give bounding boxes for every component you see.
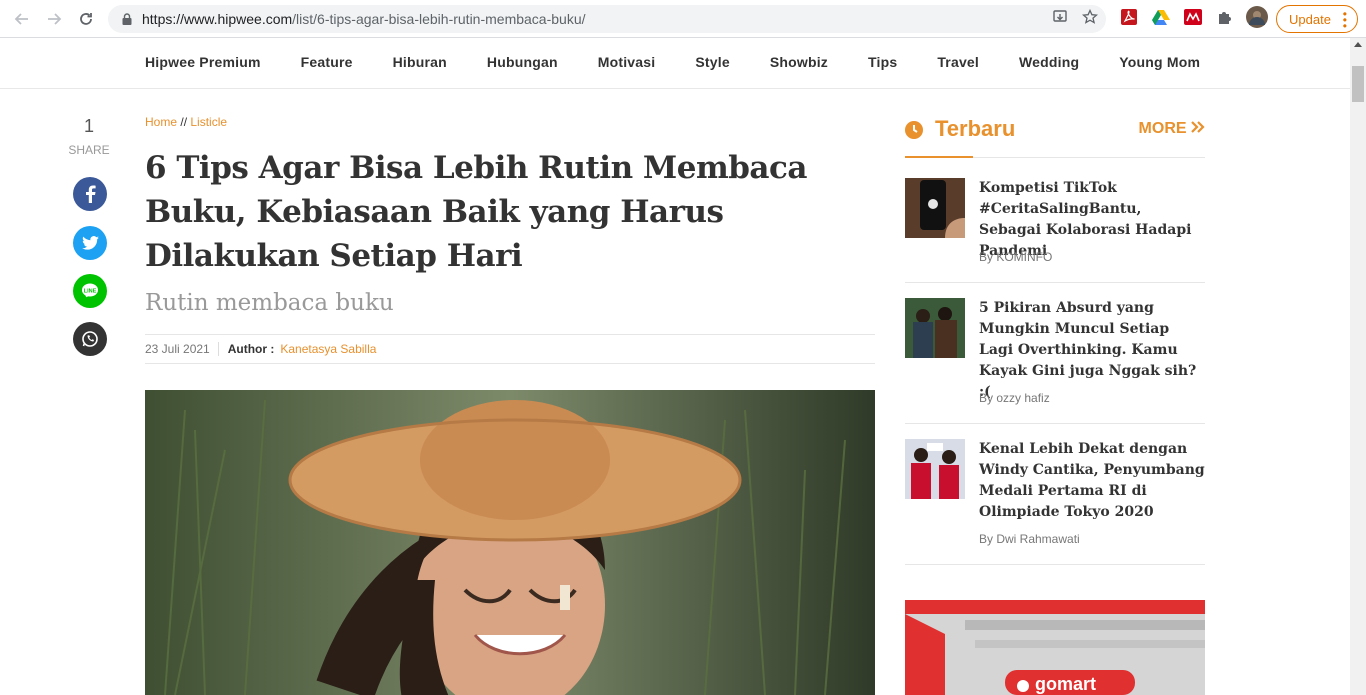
publish-date: 23 Juli 2021 xyxy=(145,342,219,356)
nav-item-showbiz[interactable]: Showbiz xyxy=(770,54,828,70)
whatsapp-icon xyxy=(82,331,98,347)
url-path: /list/6-tips-agar-bisa-lebih-rutin-memba… xyxy=(292,11,586,27)
nav-item-hubungan[interactable]: Hubungan xyxy=(487,54,558,70)
nav-item-hipwee-premium[interactable]: Hipwee Premium xyxy=(145,54,261,70)
breadcrumb-separator: // xyxy=(180,115,188,129)
ad-brand: gomart xyxy=(1035,674,1097,694)
browser-toolbar: https://www.hipwee.com/list/6-tips-agar-… xyxy=(0,0,1366,38)
nav-item-young-mom[interactable]: Young Mom xyxy=(1119,54,1200,70)
heading-underline xyxy=(905,156,973,158)
back-icon[interactable] xyxy=(6,3,38,35)
breadcrumb-home-link[interactable]: Home xyxy=(145,115,177,129)
forward-icon[interactable] xyxy=(38,3,70,35)
sidebar-post[interactable]: 5 Pikiran Absurd yang Mungkin Muncul Set… xyxy=(905,298,1205,424)
profile-avatar[interactable] xyxy=(1246,6,1268,28)
advertisement-banner[interactable]: gomart xyxy=(905,600,1205,695)
post-title[interactable]: Kenal Lebih Dekat dengan Windy Cantika, … xyxy=(979,439,1205,523)
sidebar-post[interactable]: Kenal Lebih Dekat dengan Windy Cantika, … xyxy=(905,439,1205,565)
more-label: MORE xyxy=(1138,120,1187,137)
article-subtitle: Rutin membaca buku xyxy=(145,290,394,316)
clock-icon xyxy=(905,121,923,139)
reload-icon[interactable] xyxy=(70,3,102,35)
double-chevron-right-icon xyxy=(1191,121,1205,133)
svg-text:LINE: LINE xyxy=(84,289,97,295)
hero-image xyxy=(145,390,875,695)
nav-item-motivasi[interactable]: Motivasi xyxy=(598,54,656,70)
post-author: By KOMINFO xyxy=(979,250,1053,264)
post-author: By ozzy hafiz xyxy=(979,391,1050,405)
facebook-share-button[interactable] xyxy=(73,177,107,211)
whatsapp-share-button[interactable] xyxy=(73,322,107,356)
post-thumbnail[interactable] xyxy=(905,178,965,238)
terbaru-heading: Terbaru xyxy=(935,116,1016,141)
update-button[interactable]: Update • • • xyxy=(1276,5,1358,33)
twitter-share-button[interactable] xyxy=(73,226,107,260)
author-link[interactable]: Kanetasya Sabilla xyxy=(280,342,376,356)
address-bar[interactable]: https://www.hipwee.com/list/6-tips-agar-… xyxy=(108,5,1106,33)
page-scrollbar[interactable] xyxy=(1350,38,1366,695)
nav-item-tips[interactable]: Tips xyxy=(868,54,897,70)
pdf-extension-icon[interactable] xyxy=(1118,6,1140,28)
sidebar-post[interactable]: Kompetisi TikTok #CeritaSalingBantu, Seb… xyxy=(905,178,1205,283)
nav-item-style[interactable]: Style xyxy=(695,54,729,70)
install-icon[interactable] xyxy=(1052,9,1068,30)
nav-item-wedding[interactable]: Wedding xyxy=(1019,54,1079,70)
nav-list: Hipwee Premium Feature Hiburan Hubungan Moti… xyxy=(145,54,1240,70)
post-author: By Dwi Rahmawati xyxy=(979,532,1080,546)
google-drive-icon[interactable] xyxy=(1150,6,1172,28)
breadcrumb: Home // Listicle xyxy=(145,115,227,129)
scrollbar-thumb[interactable] xyxy=(1352,66,1364,102)
update-label: Update xyxy=(1289,11,1331,27)
post-title[interactable]: 5 Pikiran Absurd yang Mungkin Muncul Set… xyxy=(979,298,1205,403)
breadcrumb-section-link[interactable]: Listicle xyxy=(190,115,227,129)
author-label: Author : xyxy=(227,342,275,356)
line-share-button[interactable]: LINE xyxy=(73,274,107,308)
nav-item-hiburan[interactable]: Hiburan xyxy=(393,54,447,70)
twitter-icon xyxy=(81,236,99,250)
nav-item-feature[interactable]: Feature xyxy=(301,54,353,70)
more-menu-icon[interactable]: • • • xyxy=(1343,8,1347,32)
share-count: 1 xyxy=(83,116,94,136)
post-thumbnail[interactable] xyxy=(905,439,965,499)
lock-icon[interactable] xyxy=(120,12,134,26)
facebook-icon xyxy=(86,185,96,203)
article-title: 6 Tips Agar Bisa Lebih Rutin Membaca Buk… xyxy=(145,150,807,274)
post-thumbnail[interactable] xyxy=(905,298,965,358)
url-text: https://www.hipwee.com/list/6-tips-agar-… xyxy=(142,11,586,27)
scroll-up-icon[interactable] xyxy=(1354,42,1362,47)
article-meta: 23 Juli 2021 Author : Kanetasya Sabilla xyxy=(145,334,875,364)
site-navigation: Hipwee Premium Feature Hiburan Hubungan Moti… xyxy=(0,38,1350,89)
extensions-puzzle-icon[interactable] xyxy=(1214,6,1236,28)
url-host: https://www.hipwee.com xyxy=(142,11,293,27)
line-icon: LINE xyxy=(82,283,98,298)
share-label: SHARE xyxy=(68,143,110,157)
more-link[interactable]: MORE xyxy=(1139,120,1205,138)
bookmark-star-icon[interactable] xyxy=(1081,8,1099,30)
nav-item-travel[interactable]: Travel xyxy=(937,54,979,70)
mendeley-extension-icon[interactable] xyxy=(1182,6,1204,28)
terbaru-header: Terbaru MORE xyxy=(905,116,1205,158)
